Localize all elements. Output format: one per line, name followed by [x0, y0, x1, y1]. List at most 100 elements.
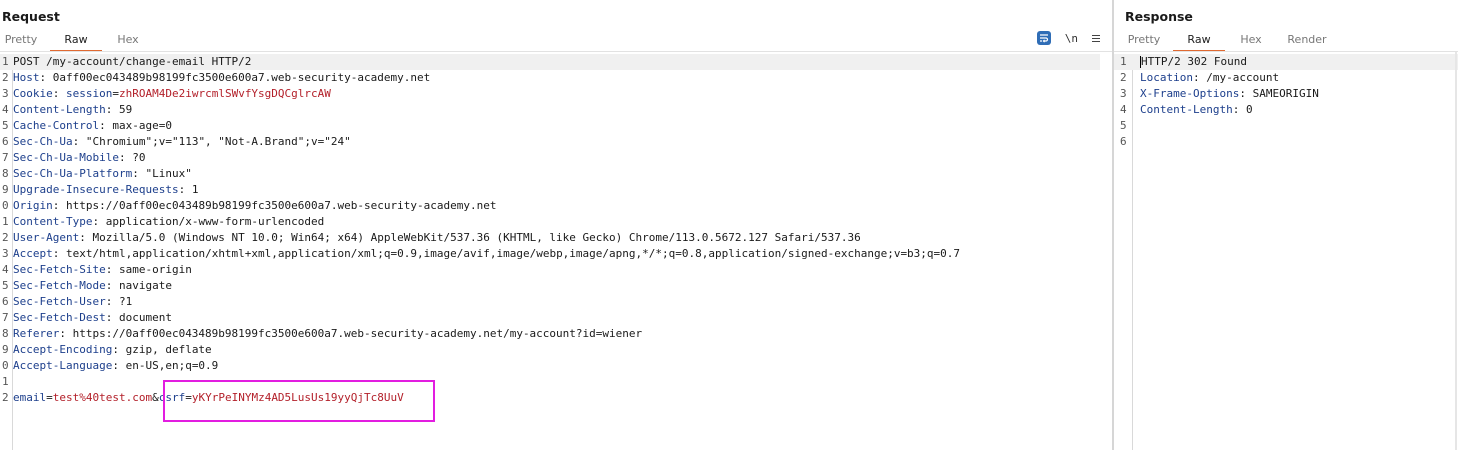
header-name: Cache-Control	[13, 119, 100, 132]
line-content: Origin: https://0aff00ec043489b98199fc35…	[11, 198, 496, 214]
line-content: Cache-Control: max-age=0	[11, 118, 172, 134]
editor-line[interactable]: 9 Upgrade-Insecure-Requests: 1	[0, 182, 1100, 198]
editor-line[interactable]: 1	[0, 374, 1100, 390]
editor-line[interactable]: 7 Sec-Fetch-Dest: document	[0, 310, 1100, 326]
line-content: Sec-Ch-Ua-Mobile: ?0	[11, 150, 145, 166]
editor-tools: \n	[1036, 31, 1100, 45]
editor-line[interactable]: 3 Accept: text/html,application/xhtml+xml…	[0, 246, 1100, 262]
text-segment: : "Linux"	[132, 167, 192, 180]
editor-line[interactable]: 2 Location: /my-account	[1114, 70, 1458, 86]
line-content: Location: /my-account	[1138, 70, 1279, 86]
text-segment: : text/html,application/xhtml+xml,applic…	[52, 247, 961, 260]
hamburger-menu-icon[interactable]	[1092, 34, 1100, 42]
header-name: Origin	[13, 199, 53, 212]
tab-render[interactable]: Render	[1277, 31, 1337, 50]
editor-line[interactable]: 2 email=test%40test.com&csrf=yKYrPeINYMz4…	[0, 390, 1100, 406]
header-name: Sec-Fetch-Mode	[13, 279, 106, 292]
response-title: Response	[1125, 9, 1193, 24]
line-number: 1	[1120, 55, 1127, 68]
param-value: test%40test.com	[52, 391, 153, 404]
param-name: csrf	[158, 391, 186, 404]
text-segment: : 0aff00ec043489b98199fc3500e600a7.web-s…	[39, 71, 431, 84]
editor-line[interactable]: 3 Cookie: session=zhROAM4De2iwrcmlSWvfYsg…	[0, 86, 1100, 102]
text-segment: HTTP/2 302 Found	[1141, 55, 1247, 68]
word-wrap-button[interactable]	[1036, 31, 1051, 45]
editor-line[interactable]: 2 User-Agent: Mozilla/5.0 (Windows NT 10.…	[0, 230, 1100, 246]
editor-line[interactable]: 3 X-Frame-Options: SAMEORIGIN	[1114, 86, 1458, 102]
line-number: 5	[2, 279, 9, 292]
line-number: 9	[2, 183, 9, 196]
line-content: HTTP/2 302 Found	[1138, 54, 1247, 70]
param-name: email	[13, 391, 47, 404]
editor-line[interactable]: 4 Content-Length: 0	[1114, 102, 1458, 118]
line-number: 7	[2, 151, 9, 164]
editor-line[interactable]: 2 Host: 0aff00ec043489b98199fc3500e600a7.…	[0, 70, 1100, 86]
editor-line[interactable]: 9 Accept-Encoding: gzip, deflate	[0, 342, 1100, 358]
line-number: 4	[2, 103, 9, 116]
line-content: Referer: https://0aff00ec043489b98199fc3…	[11, 326, 642, 342]
header-name: Accept-Language	[13, 359, 113, 372]
tab-pretty[interactable]: Pretty	[0, 31, 42, 50]
line-content: POST /my-account/change-email HTTP/2	[11, 54, 251, 70]
text-segment: : document	[105, 311, 172, 324]
editor-line[interactable]: 5 Sec-Fetch-Mode: navigate	[0, 278, 1100, 294]
text-segment: : https://0aff00ec043489b98199fc3500e600…	[52, 199, 497, 212]
text-segment: POST /my-account/change-email HTTP/2	[13, 55, 252, 68]
editor-line[interactable]: 1 HTTP/2 302 Found	[1114, 54, 1458, 70]
param-value: zhROAM4De2iwrcmlSWvfYsgDQCglrcAW	[118, 87, 331, 100]
header-name: Sec-Fetch-Dest	[13, 311, 106, 324]
scrollbar-track[interactable]	[1455, 52, 1457, 450]
show-newlines-button[interactable]: \n	[1065, 32, 1078, 45]
param-name: session	[66, 87, 113, 100]
header-name: Accept	[13, 247, 53, 260]
editor-line[interactable]: 0 Origin: https://0aff00ec043489b98199fc3…	[0, 198, 1100, 214]
line-number: 2	[2, 231, 9, 244]
line-number: 2	[2, 391, 9, 404]
text-segment: :	[52, 87, 66, 100]
editor-line[interactable]: 8 Referer: https://0aff00ec043489b98199fc…	[0, 326, 1100, 342]
line-number: 2	[1120, 71, 1127, 84]
text-segment: : ?0	[118, 151, 146, 164]
request-tabs: Pretty Raw Hex	[0, 31, 152, 52]
response-panel: Response Pretty Raw Hex Render 1 HTTP/2 3…	[1114, 0, 1458, 450]
editor-line[interactable]: 5 Cache-Control: max-age=0	[0, 118, 1100, 134]
tab-hex[interactable]: Hex	[1227, 31, 1275, 50]
tab-hex[interactable]: Hex	[104, 31, 152, 50]
editor-line[interactable]: 0 Accept-Language: en-US,en;q=0.9	[0, 358, 1100, 374]
text-segment: : "Chromium";v="113", "Not-A.Brand";v="2…	[72, 135, 351, 148]
line-number: 6	[2, 135, 9, 148]
header-name: Content-Length	[13, 103, 106, 116]
header-name: Sec-Fetch-User	[13, 295, 106, 308]
editor-line[interactable]: 6	[1114, 134, 1458, 150]
header-name: Sec-Fetch-Site	[13, 263, 106, 276]
request-editor[interactable]: 1 POST /my-account/change-email HTTP/2 2 Ho…	[0, 54, 1100, 406]
request-panel: Request Pretty Raw Hex \n 1 POST /my-acco…	[0, 0, 1112, 450]
text-segment: : 1	[178, 183, 199, 196]
editor-line[interactable]: 1 POST /my-account/change-email HTTP/2	[0, 54, 1100, 70]
editor-line[interactable]: 4 Content-Length: 59	[0, 102, 1100, 118]
tab-raw[interactable]: Raw	[50, 31, 102, 52]
line-content: Content-Type: application/x-www-form-url…	[11, 214, 324, 230]
tab-raw[interactable]: Raw	[1173, 31, 1225, 52]
editor-line[interactable]: 1 Content-Type: application/x-www-form-ur…	[0, 214, 1100, 230]
header-name: Location	[1140, 71, 1193, 84]
response-editor[interactable]: 1 HTTP/2 302 Found 2 Location: /my-account 3…	[1114, 54, 1458, 150]
line-content: Sec-Fetch-Mode: navigate	[11, 278, 172, 294]
tab-pretty[interactable]: Pretty	[1123, 31, 1165, 50]
text-segment: : Mozilla/5.0 (Windows NT 10.0; Win64; x…	[79, 231, 861, 244]
editor-line[interactable]: 6 Sec-Fetch-User: ?1	[0, 294, 1100, 310]
editor-line[interactable]: 5	[1114, 118, 1458, 134]
text-segment: : max-age=0	[99, 119, 172, 132]
line-content: email=test%40test.com&csrf=yKYrPeINYMz4A…	[11, 390, 404, 406]
header-name: Accept-Encoding	[13, 343, 113, 356]
text-segment: &	[152, 391, 159, 404]
editor-line[interactable]: 7 Sec-Ch-Ua-Mobile: ?0	[0, 150, 1100, 166]
line-content: Accept: text/html,application/xhtml+xml,…	[11, 246, 960, 262]
editor-line[interactable]: 6 Sec-Ch-Ua: "Chromium";v="113", "Not-A.B…	[0, 134, 1100, 150]
header-name: Content-Type	[13, 215, 93, 228]
param-value: yKYrPeINYMz4AD5LusUs19yyQjTc8UuV	[191, 391, 404, 404]
editor-line[interactable]: 8 Sec-Ch-Ua-Platform: "Linux"	[0, 166, 1100, 182]
line-content: Accept-Language: en-US,en;q=0.9	[11, 358, 218, 374]
text-segment: : same-origin	[105, 263, 192, 276]
editor-line[interactable]: 4 Sec-Fetch-Site: same-origin	[0, 262, 1100, 278]
